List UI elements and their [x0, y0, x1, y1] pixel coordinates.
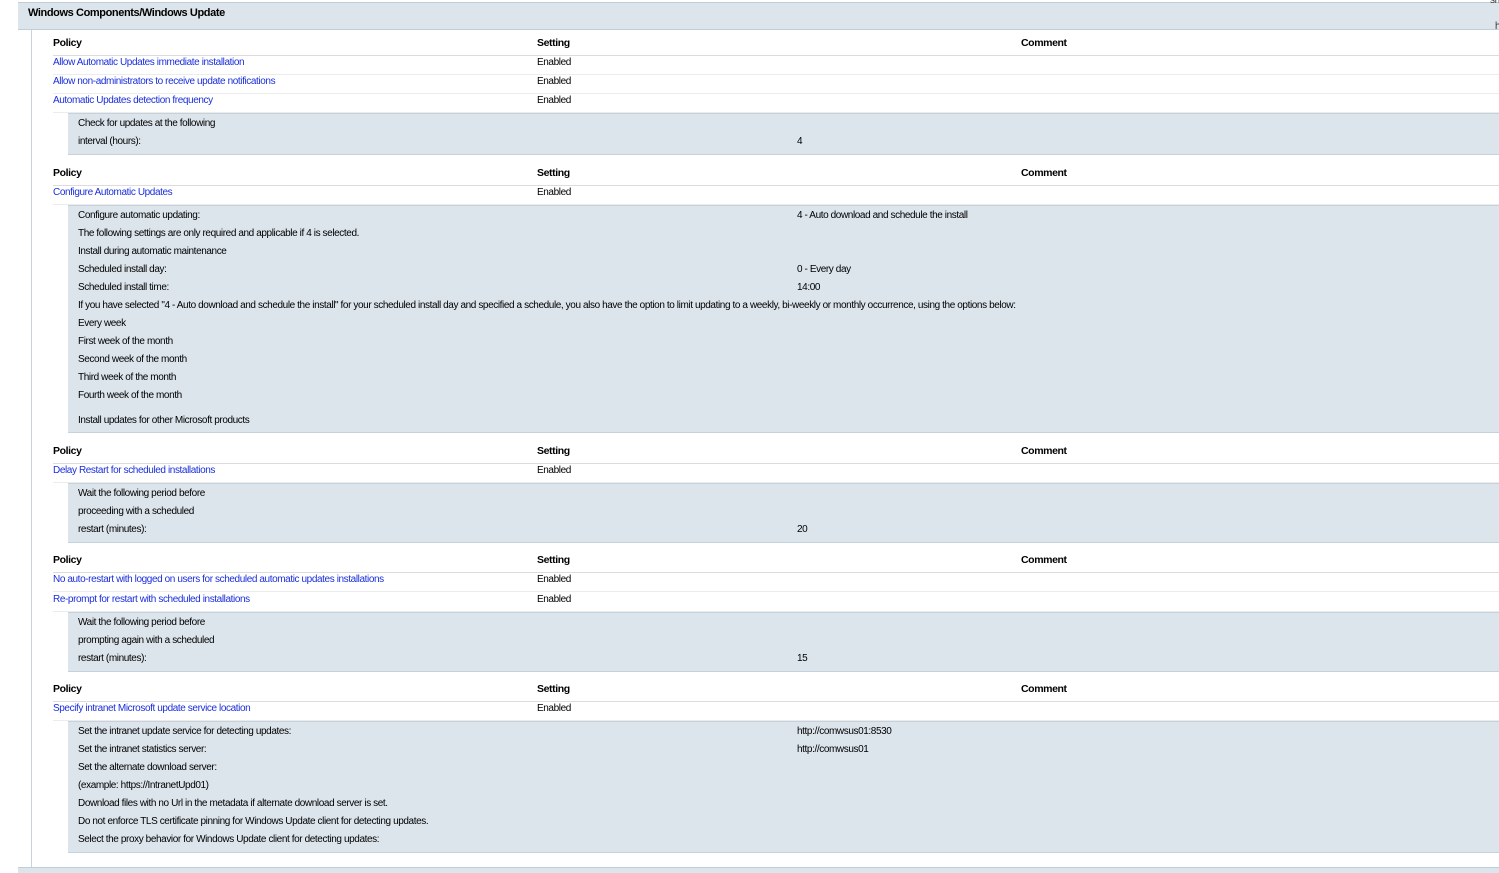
detail-label: Install during automatic maintenance	[78, 246, 227, 257]
policy-details-panel: Check for updates at the following interv…	[68, 113, 1499, 155]
next-section-header	[18, 867, 1499, 873]
detail-label: Fourth week of the month	[78, 390, 182, 401]
detail-label: If you have selected "4 - Auto download …	[78, 300, 1016, 311]
detail-label: Set the alternate download server:	[78, 762, 217, 773]
policy-row: Re-prompt for restart with scheduled ins…	[53, 594, 1499, 612]
setting-column-header: Setting	[537, 683, 570, 695]
policy-setting: Enabled	[537, 187, 571, 198]
policy-column-header: Policy	[53, 683, 82, 695]
policy-link[interactable]: Allow Automatic Updates immediate instal…	[53, 57, 245, 68]
policy-row: Allow non-administrators to receive upda…	[53, 76, 1499, 94]
policy-row: Allow Automatic Updates immediate instal…	[53, 57, 1499, 75]
policy-setting: Enabled	[537, 594, 571, 605]
detail-label: (example: https://IntranetUpd01)	[78, 780, 209, 791]
detail-label: First week of the month	[78, 336, 173, 347]
comment-column-header: Comment	[1021, 554, 1067, 566]
policy-column-header: Policy	[53, 167, 82, 179]
detail-label: proceeding with a scheduled	[78, 506, 194, 517]
detail-label: Download files with no Url in the metada…	[78, 798, 388, 809]
detail-label: prompting again with a scheduled	[78, 635, 215, 646]
policy-link[interactable]: Allow non-administrators to receive upda…	[53, 76, 276, 87]
detail-label: Set the intranet statistics server:	[78, 744, 207, 755]
policy-row: Configure Automatic Updates Enabled	[53, 187, 1499, 205]
detail-label: Wait the following period before	[78, 617, 205, 628]
policy-details-panel: Configure automatic updating: 4 - Auto do…	[68, 205, 1499, 433]
policy-row: Delay Restart for scheduled installation…	[53, 465, 1499, 483]
policy-column-header: Policy	[53, 554, 82, 566]
detail-label: Scheduled install time:	[78, 282, 169, 293]
detail-label: Select the proxy behavior for Windows Up…	[78, 834, 380, 845]
policy-setting: Enabled	[537, 57, 571, 68]
column-header-row: Policy Setting Comment	[53, 37, 1499, 56]
detail-label: Install updates for other Microsoft prod…	[78, 415, 250, 426]
policy-link[interactable]: Specify intranet Microsoft update servic…	[53, 703, 251, 714]
detail-label: Do not enforce TLS certificate pinning f…	[78, 816, 429, 827]
column-header-row: Policy Setting Comment	[53, 445, 1499, 464]
detail-label: Configure automatic updating:	[78, 210, 200, 221]
detail-label: Check for updates at the following	[78, 118, 216, 129]
setting-column-header: Setting	[537, 445, 570, 457]
detail-label: restart (minutes):	[78, 653, 147, 664]
policy-details-panel: Set the intranet update service for dete…	[68, 721, 1499, 853]
policy-link[interactable]: No auto-restart with logged on users for…	[53, 574, 384, 585]
policy-link[interactable]: Configure Automatic Updates	[53, 187, 173, 198]
policy-setting: Enabled	[537, 703, 571, 714]
policy-link[interactable]: Re-prompt for restart with scheduled ins…	[53, 594, 250, 605]
policy-row: Automatic Updates detection frequency Ena…	[53, 95, 1499, 113]
detail-label: Third week of the month	[78, 372, 177, 383]
policy-row: No auto-restart with logged on users for…	[53, 574, 1499, 592]
detail-label: Wait the following period before	[78, 488, 205, 499]
detail-value: http://comwsus01	[797, 744, 869, 755]
detail-label: The following settings are only required…	[78, 228, 359, 239]
policy-column-header: Policy	[53, 37, 82, 49]
detail-label: Every week	[78, 318, 126, 329]
policy-report: Policy Setting Comment Allow Automatic Upda…	[0, 0, 1499, 872]
column-header-row: Policy Setting Comment	[53, 554, 1499, 573]
detail-value: 20	[797, 524, 808, 535]
policy-setting: Enabled	[537, 95, 571, 106]
policy-setting: Enabled	[537, 574, 571, 585]
detail-value: http://comwsus01:8530	[797, 726, 892, 737]
detail-label: Scheduled install day:	[78, 264, 167, 275]
column-header-row: Policy Setting Comment	[53, 167, 1499, 186]
comment-column-header: Comment	[1021, 683, 1067, 695]
policy-row: Specify intranet Microsoft update servic…	[53, 703, 1499, 721]
detail-value: 14:00	[797, 282, 821, 293]
detail-label: interval (hours):	[78, 136, 141, 147]
setting-column-header: Setting	[537, 554, 570, 566]
detail-value: 4 - Auto download and schedule the insta…	[797, 210, 968, 221]
policy-setting: Enabled	[537, 76, 571, 87]
detail-label: Set the intranet update service for dete…	[78, 726, 291, 737]
detail-value: 0 - Every day	[797, 264, 851, 275]
policy-setting: Enabled	[537, 465, 571, 476]
column-header-row: Policy Setting Comment	[53, 683, 1499, 702]
detail-value: 4	[797, 136, 803, 147]
policy-details-panel: Wait the following period before proceedi…	[68, 483, 1499, 543]
comment-column-header: Comment	[1021, 445, 1067, 457]
comment-column-header: Comment	[1021, 167, 1067, 179]
policy-details-panel: Wait the following period before promptin…	[68, 612, 1499, 672]
policy-column-header: Policy	[53, 445, 82, 457]
detail-label: Second week of the month	[78, 354, 187, 365]
setting-column-header: Setting	[537, 167, 570, 179]
detail-value: 15	[797, 653, 808, 664]
policy-link[interactable]: Delay Restart for scheduled installation…	[53, 465, 215, 476]
detail-label: restart (minutes):	[78, 524, 147, 535]
comment-column-header: Comment	[1021, 37, 1067, 49]
policy-link[interactable]: Automatic Updates detection frequency	[53, 95, 213, 106]
setting-column-header: Setting	[537, 37, 570, 49]
